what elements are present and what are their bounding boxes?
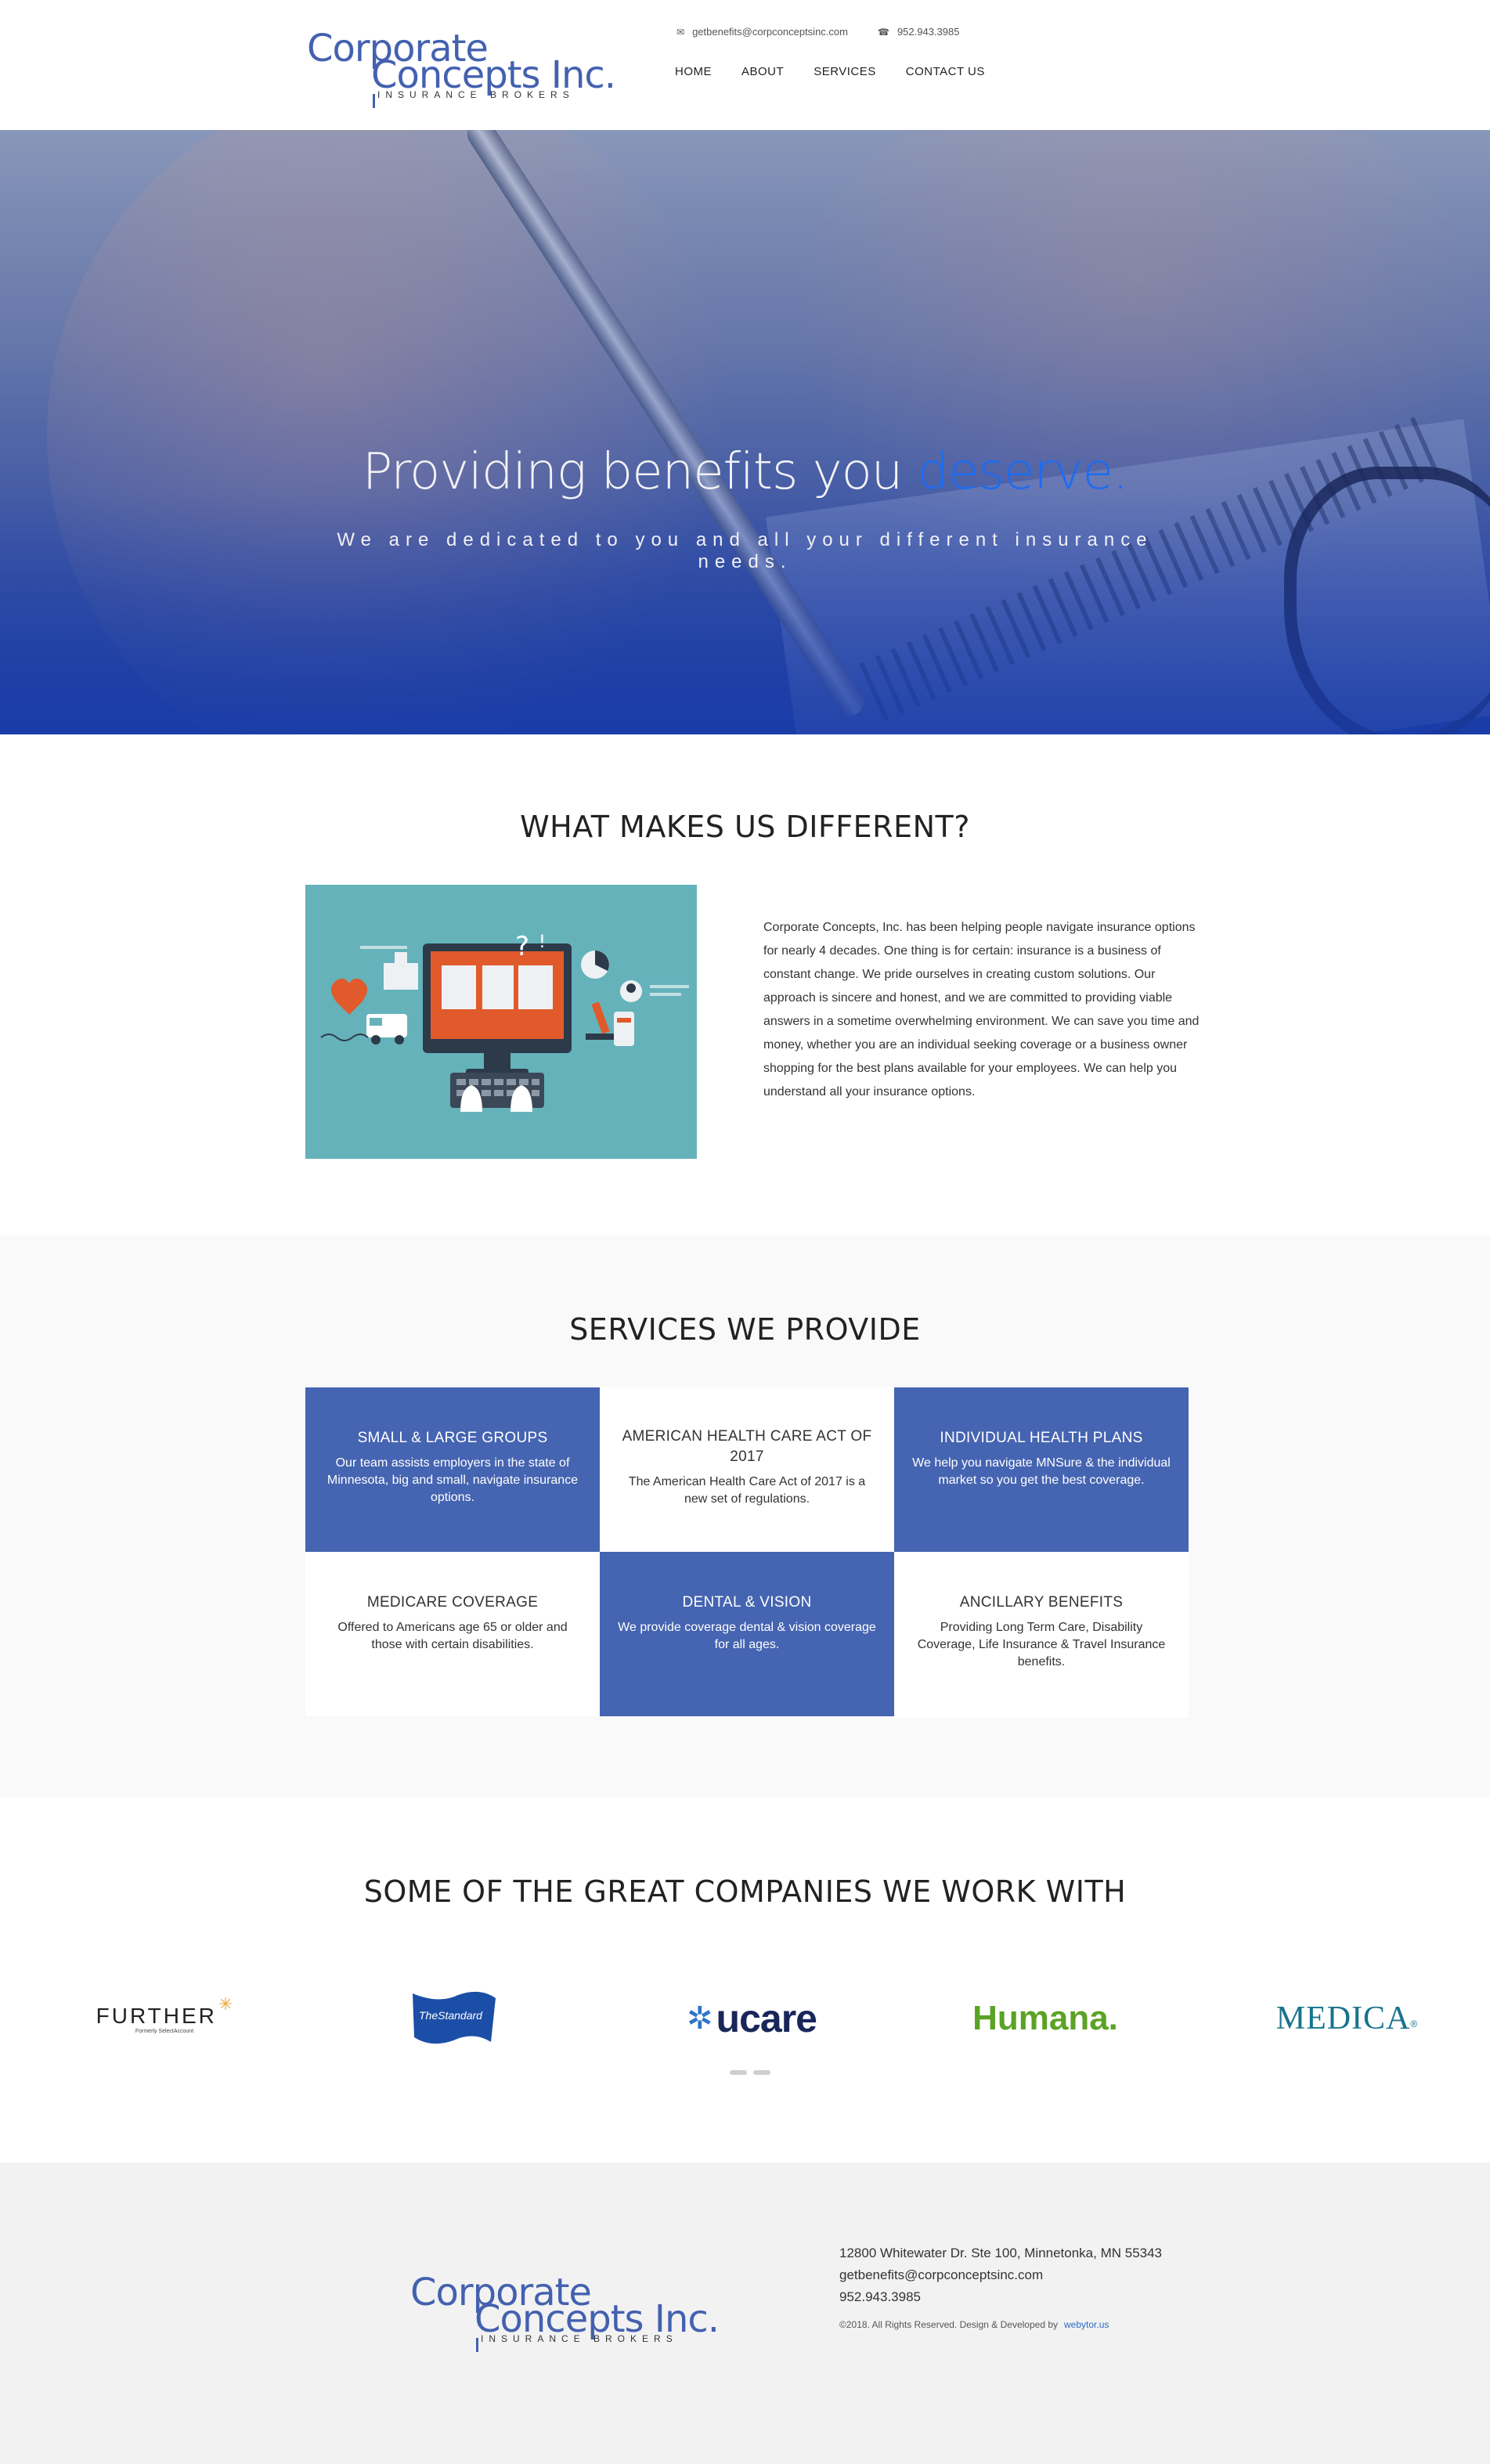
nav-about[interactable]: ABOUT xyxy=(741,65,784,78)
nav-home[interactable]: HOME xyxy=(675,65,712,78)
partners-section: SOME OF THE GREAT COMPANIES WE WORK WITH… xyxy=(0,1798,1490,2163)
footer-logo-divider xyxy=(476,2338,478,2352)
ucare-logo-text: ucare xyxy=(716,1997,817,2040)
carousel-dot-1[interactable] xyxy=(730,2070,747,2075)
phone-icon: ☎ xyxy=(877,26,889,38)
carousel-dot-2[interactable] xyxy=(753,2070,770,2075)
healthcare-illustration-graphic: ? ! xyxy=(305,885,697,1159)
footer-contact-info: 12800 Whitewater Dr. Ste 100, Minnetonka… xyxy=(839,2242,1162,2308)
service-card-medicare[interactable]: MEDICARE COVERAGE Offered to Americans a… xyxy=(305,1552,600,1716)
carousel-pagination xyxy=(730,2070,770,2075)
standard-logo-text: TheStandard xyxy=(419,2009,482,2022)
footer-logo-tagline: INSURANCE BROKERS xyxy=(481,2333,678,2344)
envelope-icon: ✉ xyxy=(676,26,685,38)
service-card-text: We help you navigate MNSure & the indivi… xyxy=(912,1456,1171,1487)
header-email-link[interactable]: getbenefits@corpconceptsinc.com xyxy=(692,26,848,38)
service-card-text: Our team assists employers in the state … xyxy=(327,1456,579,1504)
footer-address: 12800 Whitewater Dr. Ste 100, Minnetonka… xyxy=(839,2246,1163,2260)
footer-copyright: ©2018. All Rights Reserved. Design & Dev… xyxy=(839,2319,1109,2330)
partners-title: SOME OF THE GREAT COMPANIES WE WORK WITH xyxy=(363,1874,1127,1909)
service-card-ahca[interactable]: AMERICAN HEALTH CARE ACT OF 2017 The Ame… xyxy=(600,1387,894,1552)
healthcare-illustration: ? ! xyxy=(305,885,697,1159)
standard-flag-icon: TheStandard xyxy=(408,1990,500,2047)
partner-logo-standard[interactable]: TheStandard xyxy=(391,1972,517,2065)
further-logo-sub: Formerly SelectAccount xyxy=(135,2028,194,2034)
hero-title: Providing benefits you deserve. xyxy=(0,443,1490,501)
service-card-groups[interactable]: SMALL & LARGE GROUPS Our team assists em… xyxy=(305,1387,600,1552)
partner-logo-carousel: FURTHER ✳ Formerly SelectAccount TheStan… xyxy=(0,1972,1490,2065)
humana-logo-text: Humana. xyxy=(972,1999,1118,2037)
partner-logo-humana[interactable]: Humana. xyxy=(959,1972,1131,2065)
hero-title-main: Providing benefits you xyxy=(362,443,918,501)
nav-contact[interactable]: CONTACT US xyxy=(906,65,985,78)
ucare-snowflake-icon: ✲ xyxy=(687,2001,713,2036)
service-card-text: Offered to Americans age 65 or older and… xyxy=(337,1621,568,1651)
logo-tagline: INSURANCE BROKERS xyxy=(377,89,575,100)
partner-logo-ucare[interactable]: ✲ ucare xyxy=(666,1972,838,2065)
logo-divider xyxy=(373,94,375,108)
different-description: Corporate Concepts, Inc. has been helpin… xyxy=(763,921,1200,1099)
service-card-title: AMERICAN HEALTH CARE ACT OF 2017 xyxy=(622,1428,872,1465)
site-footer: Corporate Concepts Inc. INSURANCE BROKER… xyxy=(0,2163,1490,2464)
footer-logo[interactable]: Corporate Concepts Inc. INSURANCE BROKER… xyxy=(409,2271,722,2357)
services-title: SERVICES WE PROVIDE xyxy=(569,1312,921,1347)
service-card-title: DENTAL & VISION xyxy=(682,1594,812,1611)
hero-title-accent: deserve. xyxy=(917,443,1129,501)
service-card-ancillary[interactable]: ANCILLARY BENEFITS Providing Long Term C… xyxy=(894,1552,1189,1718)
further-logo-text: FURTHER xyxy=(96,2003,217,2028)
different-title: WHAT MAKES US DIFFERENT? xyxy=(520,810,970,844)
svg-text:!: ! xyxy=(539,933,546,952)
site-logo[interactable]: Corporate Concepts Inc. INSURANCE BROKER… xyxy=(305,27,616,108)
service-card-individual[interactable]: INDIVIDUAL HEALTH PLANS We help you navi… xyxy=(894,1387,1189,1552)
hero-overlay xyxy=(0,130,1490,734)
sparkle-icon: ✳ xyxy=(218,1993,233,2014)
hero-subtitle: We are dedicated to you and all your dif… xyxy=(337,529,1153,572)
services-section: SERVICES WE PROVIDE SMALL & LARGE GROUPS… xyxy=(0,1236,1490,1798)
service-card-title: SMALL & LARGE GROUPS xyxy=(357,1430,548,1446)
header-contact: ✉ getbenefits@corpconceptsinc.com ☎ 952.… xyxy=(676,26,959,38)
service-card-text: The American Health Care Act of 2017 is … xyxy=(628,1475,866,1506)
footer-email-link[interactable]: getbenefits@corpconceptsinc.com xyxy=(839,2264,1162,2286)
partner-logo-medica[interactable]: MEDICA ® xyxy=(1253,1972,1441,2065)
service-card-title: MEDICARE COVERAGE xyxy=(366,1594,539,1611)
partner-logo-further[interactable]: FURTHER ✳ Formerly SelectAccount xyxy=(94,1972,235,2065)
service-card-dental-vision[interactable]: DENTAL & VISION We provide coverage dent… xyxy=(600,1552,894,1716)
service-card-text: We provide coverage dental & vision cove… xyxy=(618,1621,876,1651)
main-nav: HOME ABOUT SERVICES CONTACT US xyxy=(675,65,985,78)
site-header: Corporate Concepts Inc. INSURANCE BROKER… xyxy=(0,0,1490,130)
hero-banner: Providing benefits you deserve. We are d… xyxy=(0,130,1490,734)
service-card-text: Providing Long Term Care, Disability Cov… xyxy=(917,1621,1166,1669)
registered-icon: ® xyxy=(1410,2018,1418,2029)
medica-logo-text: MEDICA xyxy=(1275,2000,1411,2036)
footer-phone-link[interactable]: 952.943.3985 xyxy=(839,2286,1162,2308)
svg-text:?: ? xyxy=(515,931,529,962)
developer-link[interactable]: webytor.us xyxy=(1064,2319,1109,2330)
service-card-title: ANCILLARY BENEFITS xyxy=(959,1594,1124,1611)
nav-services[interactable]: SERVICES xyxy=(814,65,876,78)
service-card-title: INDIVIDUAL HEALTH PLANS xyxy=(940,1430,1143,1446)
header-phone-link[interactable]: 952.943.3985 xyxy=(897,26,960,38)
copyright-text: ©2018. All Rights Reserved. Design & Dev… xyxy=(839,2319,1058,2330)
